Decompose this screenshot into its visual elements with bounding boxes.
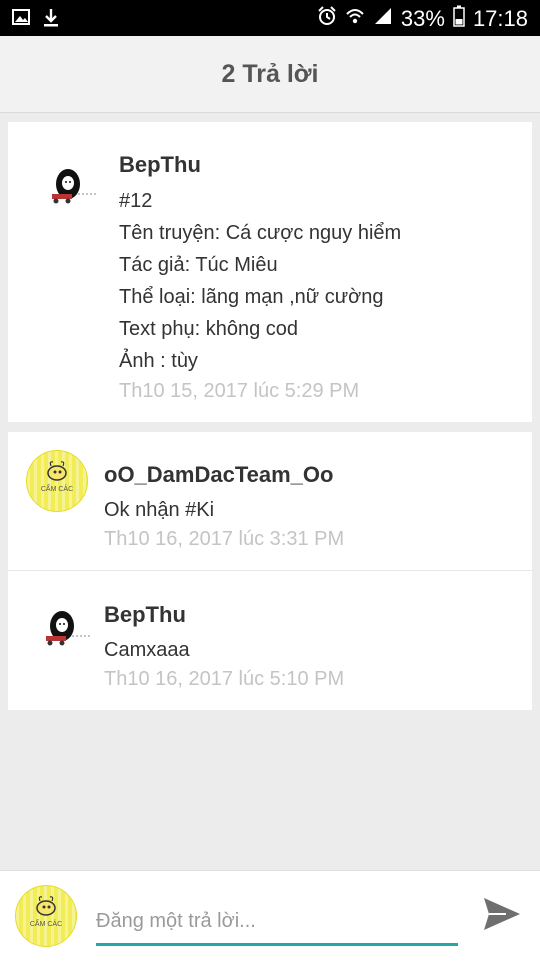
page-title: 2 Trả lời bbox=[221, 59, 319, 88]
download-icon bbox=[42, 8, 60, 33]
original-post-card: BepThu #12 Tên truyện: Cá cược nguy hiểm… bbox=[8, 122, 532, 422]
reply-input[interactable] bbox=[96, 899, 458, 946]
avatar: CẨM CẢC bbox=[15, 885, 77, 947]
reply-author[interactable]: oO_DamDacTeam_Oo bbox=[104, 462, 333, 488]
avatar[interactable] bbox=[38, 608, 94, 648]
post-line: Tác giả: Túc Miêu bbox=[119, 254, 278, 276]
bee-avatar-icon: CẨM CẢC bbox=[30, 896, 62, 928]
avatar-label: CẨM CẢC bbox=[30, 919, 62, 928]
post-line: Text phụ: không cod bbox=[119, 318, 299, 340]
reply-timestamp: Th10 16, 2017 lúc 3:31 PM bbox=[104, 528, 345, 550]
post-line: Tên truyện: Cá cược nguy hiểm bbox=[119, 222, 402, 244]
battery-percent: 33% bbox=[400, 6, 445, 31]
replies-card: CẨM CẢC oO_DamDacTeam_Oo Ok nhận #Ki Th1… bbox=[8, 432, 532, 710]
post-timestamp: Th10 15, 2017 lúc 5:29 PM bbox=[119, 380, 360, 402]
reply-timestamp: Th10 16, 2017 lúc 5:10 PM bbox=[104, 668, 345, 690]
signal-icon bbox=[373, 6, 393, 32]
avatar-label: CẨM CẢC bbox=[41, 484, 73, 493]
send-button[interactable] bbox=[480, 892, 524, 936]
divider bbox=[8, 570, 532, 571]
post-line: Thể loại: lãng mạn ,nữ cường bbox=[119, 286, 384, 308]
ghost-avatar-icon bbox=[52, 169, 96, 204]
app-bar: 2 Trả lời bbox=[0, 36, 540, 113]
status-bar: 33% 17:18 bbox=[0, 0, 540, 36]
wifi-icon bbox=[345, 6, 365, 32]
avatar[interactable] bbox=[44, 166, 100, 206]
post-line: #12 bbox=[119, 190, 153, 212]
send-icon bbox=[484, 898, 520, 930]
image-icon bbox=[12, 8, 30, 33]
battery-icon bbox=[453, 5, 465, 33]
clock: 17:18 bbox=[472, 6, 528, 31]
bee-avatar-icon: CẨM CẢC bbox=[41, 461, 73, 493]
reply-text: Camxaaa bbox=[104, 639, 190, 661]
post-body: #12 Tên truyện: Cá cược nguy hiểm Tác gi… bbox=[119, 190, 401, 382]
ghost-avatar-icon bbox=[46, 611, 90, 646]
author-name[interactable]: BepThu bbox=[119, 152, 201, 177]
avatar[interactable]: CẨM CẢC bbox=[26, 450, 88, 512]
alarm-icon bbox=[317, 6, 337, 32]
reply-composer: CẨM CẢC bbox=[0, 870, 540, 961]
post-author: BepThu bbox=[119, 152, 201, 178]
reply-author[interactable]: BepThu bbox=[104, 602, 186, 628]
reply-text: Ok nhận #Ki bbox=[104, 499, 215, 521]
post-line: Ảnh : tùy bbox=[119, 350, 198, 372]
